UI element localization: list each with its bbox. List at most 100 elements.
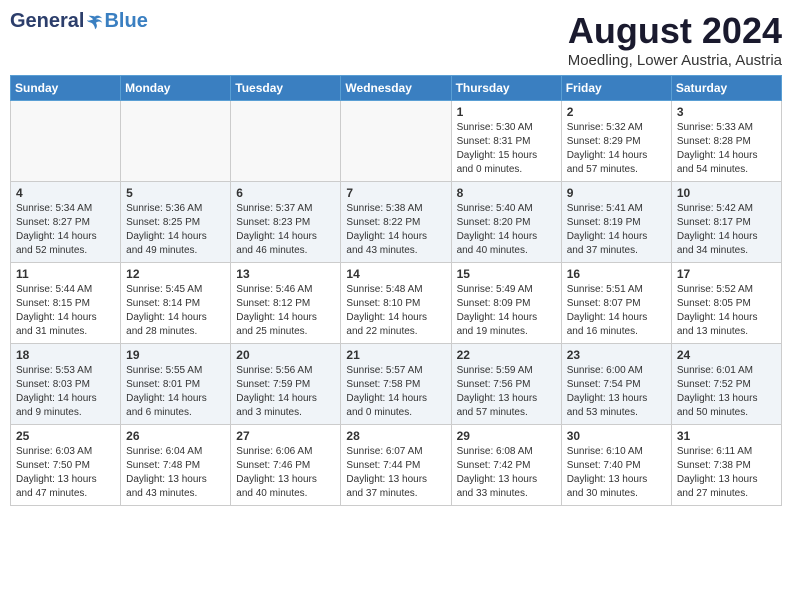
calendar-cell: 31Sunrise: 6:11 AMSunset: 7:38 PMDayligh… bbox=[671, 425, 781, 506]
cell-line: Sunset: 8:10 PM bbox=[346, 297, 445, 311]
day-number: 10 bbox=[677, 186, 776, 200]
cell-content: Sunrise: 5:30 AMSunset: 8:31 PMDaylight:… bbox=[457, 121, 556, 177]
cell-line: and 13 minutes. bbox=[677, 325, 776, 339]
cell-line: and 0 minutes. bbox=[457, 163, 556, 177]
cell-content: Sunrise: 5:48 AMSunset: 8:10 PMDaylight:… bbox=[346, 283, 445, 339]
cell-line: Sunset: 8:14 PM bbox=[126, 297, 225, 311]
logo-blue: Blue bbox=[104, 10, 147, 33]
cell-line: Daylight: 13 hours bbox=[567, 392, 666, 406]
cell-line: Sunset: 8:12 PM bbox=[236, 297, 335, 311]
cell-line: Sunset: 7:38 PM bbox=[677, 459, 776, 473]
calendar-cell: 12Sunrise: 5:45 AMSunset: 8:14 PMDayligh… bbox=[121, 263, 231, 344]
cell-line: and 54 minutes. bbox=[677, 163, 776, 177]
cell-line: Sunset: 8:23 PM bbox=[236, 216, 335, 230]
day-number: 29 bbox=[457, 429, 556, 443]
cell-line: Daylight: 13 hours bbox=[457, 392, 556, 406]
cell-line: Sunset: 8:28 PM bbox=[677, 135, 776, 149]
cell-line: Sunset: 7:44 PM bbox=[346, 459, 445, 473]
cell-line: and 9 minutes. bbox=[16, 406, 115, 420]
cell-line: Sunrise: 5:40 AM bbox=[457, 202, 556, 216]
calendar-cell: 16Sunrise: 5:51 AMSunset: 8:07 PMDayligh… bbox=[561, 263, 671, 344]
cell-line: Daylight: 14 hours bbox=[677, 311, 776, 325]
cell-line: Daylight: 15 hours bbox=[457, 149, 556, 163]
cell-content: Sunrise: 5:56 AMSunset: 7:59 PMDaylight:… bbox=[236, 364, 335, 420]
cell-line: Sunrise: 5:49 AM bbox=[457, 283, 556, 297]
calendar-cell: 6Sunrise: 5:37 AMSunset: 8:23 PMDaylight… bbox=[231, 182, 341, 263]
cell-line: Daylight: 14 hours bbox=[567, 230, 666, 244]
calendar-cell: 17Sunrise: 5:52 AMSunset: 8:05 PMDayligh… bbox=[671, 263, 781, 344]
cell-line: and 22 minutes. bbox=[346, 325, 445, 339]
cell-line: and 57 minutes. bbox=[567, 163, 666, 177]
page-header: General Blue August 2024 Moedling, Lower… bbox=[10, 10, 782, 69]
cell-line: Sunset: 7:52 PM bbox=[677, 378, 776, 392]
cell-line: and 52 minutes. bbox=[16, 244, 115, 258]
cell-line: Sunrise: 5:52 AM bbox=[677, 283, 776, 297]
cell-line: and 3 minutes. bbox=[236, 406, 335, 420]
cell-line: Sunset: 8:31 PM bbox=[457, 135, 556, 149]
cell-line: and 19 minutes. bbox=[457, 325, 556, 339]
day-number: 11 bbox=[16, 267, 115, 281]
cell-line: Daylight: 14 hours bbox=[16, 311, 115, 325]
day-number: 19 bbox=[126, 348, 225, 362]
cell-line: and 34 minutes. bbox=[677, 244, 776, 258]
cell-line: Sunrise: 5:57 AM bbox=[346, 364, 445, 378]
cell-line: and 37 minutes. bbox=[567, 244, 666, 258]
cell-line: Sunset: 8:20 PM bbox=[457, 216, 556, 230]
calendar-header-row: SundayMondayTuesdayWednesdayThursdayFrid… bbox=[11, 76, 782, 101]
cell-line: and 40 minutes. bbox=[457, 244, 556, 258]
day-number: 3 bbox=[677, 105, 776, 119]
cell-line: Sunrise: 5:51 AM bbox=[567, 283, 666, 297]
cell-content: Sunrise: 5:59 AMSunset: 7:56 PMDaylight:… bbox=[457, 364, 556, 420]
day-header-saturday: Saturday bbox=[671, 76, 781, 101]
cell-content: Sunrise: 6:00 AMSunset: 7:54 PMDaylight:… bbox=[567, 364, 666, 420]
cell-line: Sunrise: 6:08 AM bbox=[457, 445, 556, 459]
cell-line: and 49 minutes. bbox=[126, 244, 225, 258]
location: Moedling, Lower Austria, Austria bbox=[568, 52, 782, 69]
cell-content: Sunrise: 6:07 AMSunset: 7:44 PMDaylight:… bbox=[346, 445, 445, 501]
cell-line: Sunset: 8:01 PM bbox=[126, 378, 225, 392]
calendar-cell: 1 Sunrise: 5:30 AMSunset: 8:31 PMDaylight… bbox=[451, 101, 561, 182]
cell-content: Sunrise: 6:08 AMSunset: 7:42 PMDaylight:… bbox=[457, 445, 556, 501]
cell-line: Sunrise: 6:11 AM bbox=[677, 445, 776, 459]
cell-line: Sunrise: 6:10 AM bbox=[567, 445, 666, 459]
cell-line: Daylight: 14 hours bbox=[236, 392, 335, 406]
calendar-cell: 13Sunrise: 5:46 AMSunset: 8:12 PMDayligh… bbox=[231, 263, 341, 344]
calendar-cell: 11Sunrise: 5:44 AMSunset: 8:15 PMDayligh… bbox=[11, 263, 121, 344]
cell-line: Daylight: 14 hours bbox=[16, 392, 115, 406]
cell-line: and 50 minutes. bbox=[677, 406, 776, 420]
calendar-cell bbox=[341, 101, 451, 182]
cell-line: Daylight: 13 hours bbox=[677, 392, 776, 406]
calendar-week-2: 4Sunrise: 5:34 AMSunset: 8:27 PMDaylight… bbox=[11, 182, 782, 263]
day-number: 22 bbox=[457, 348, 556, 362]
calendar-cell: 24Sunrise: 6:01 AMSunset: 7:52 PMDayligh… bbox=[671, 344, 781, 425]
cell-line: Daylight: 13 hours bbox=[457, 473, 556, 487]
cell-line: Daylight: 14 hours bbox=[677, 230, 776, 244]
calendar-cell: 14 Sunrise: 5:48 AMSunset: 8:10 PMDayligh… bbox=[341, 263, 451, 344]
cell-line: Sunrise: 5:53 AM bbox=[16, 364, 115, 378]
cell-line: Sunrise: 6:00 AM bbox=[567, 364, 666, 378]
cell-line: Daylight: 13 hours bbox=[677, 473, 776, 487]
calendar-cell: 9Sunrise: 5:41 AMSunset: 8:19 PMDaylight… bbox=[561, 182, 671, 263]
cell-line: Sunset: 7:42 PM bbox=[457, 459, 556, 473]
cell-line: Daylight: 13 hours bbox=[16, 473, 115, 487]
calendar-cell: 18Sunrise: 5:53 AMSunset: 8:03 PMDayligh… bbox=[11, 344, 121, 425]
cell-line: and 33 minutes. bbox=[457, 487, 556, 501]
cell-line: Daylight: 14 hours bbox=[346, 392, 445, 406]
cell-line: Sunrise: 5:32 AM bbox=[567, 121, 666, 135]
cell-content: Sunrise: 5:52 AMSunset: 8:05 PMDaylight:… bbox=[677, 283, 776, 339]
day-number: 14 bbox=[346, 267, 445, 281]
day-number: 4 bbox=[16, 186, 115, 200]
cell-line: Daylight: 14 hours bbox=[677, 149, 776, 163]
day-number: 26 bbox=[126, 429, 225, 443]
cell-line: Daylight: 14 hours bbox=[126, 230, 225, 244]
day-number: 1 bbox=[457, 105, 556, 119]
calendar-cell: 26Sunrise: 6:04 AMSunset: 7:48 PMDayligh… bbox=[121, 425, 231, 506]
cell-line: and 43 minutes. bbox=[346, 244, 445, 258]
cell-line: Sunrise: 6:06 AM bbox=[236, 445, 335, 459]
cell-line: Sunset: 8:19 PM bbox=[567, 216, 666, 230]
cell-line: Sunrise: 5:30 AM bbox=[457, 121, 556, 135]
cell-line: Sunrise: 5:46 AM bbox=[236, 283, 335, 297]
calendar-cell: 23Sunrise: 6:00 AMSunset: 7:54 PMDayligh… bbox=[561, 344, 671, 425]
cell-line: and 53 minutes. bbox=[567, 406, 666, 420]
cell-line: Sunset: 8:05 PM bbox=[677, 297, 776, 311]
